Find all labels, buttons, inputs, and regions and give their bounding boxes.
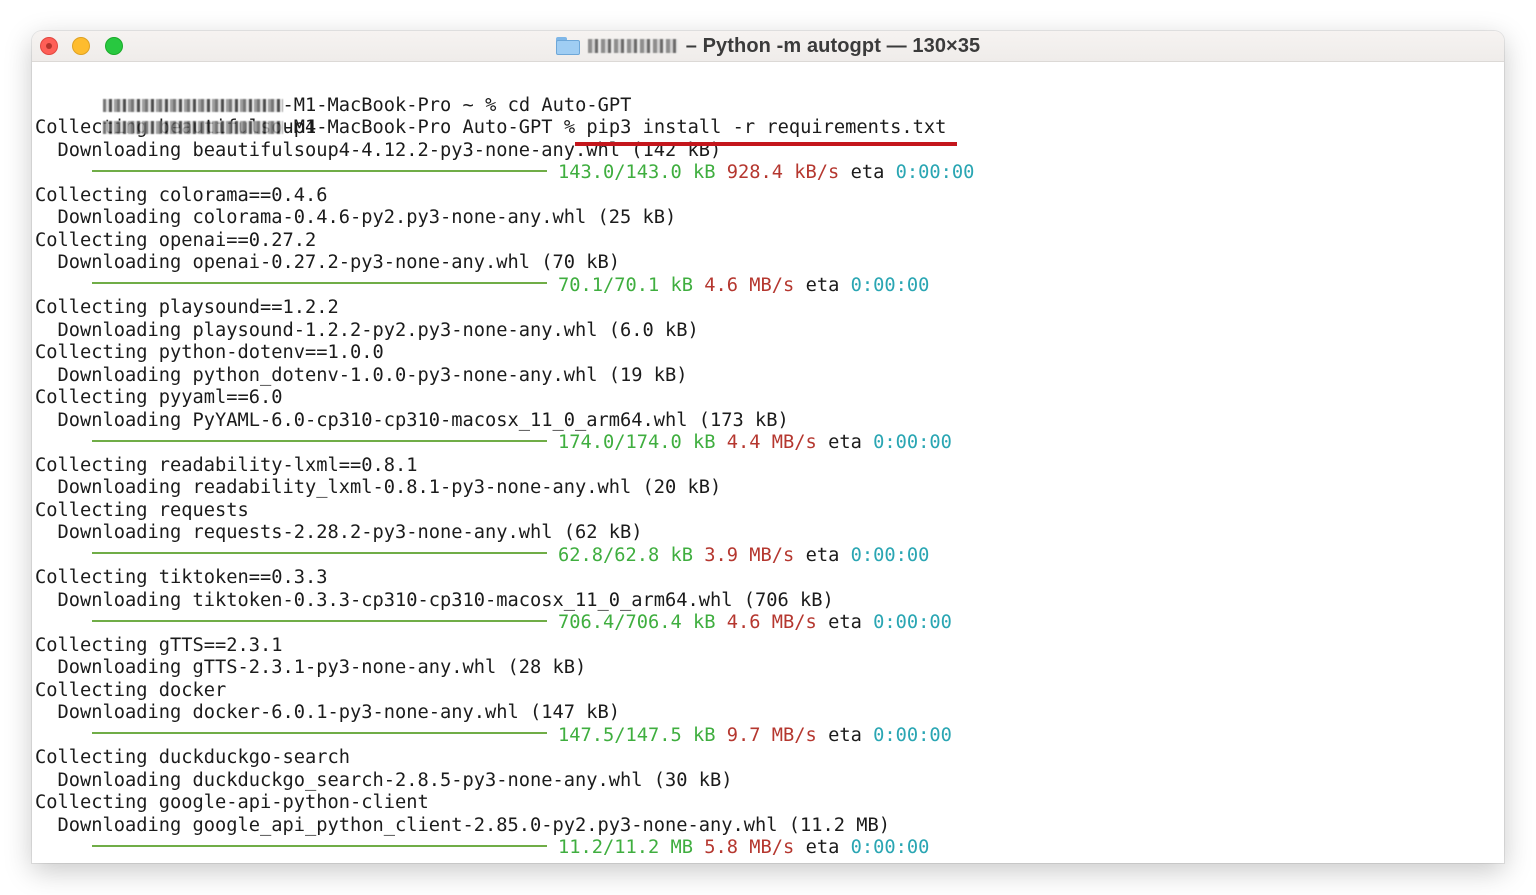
download-size: 11.2/11.2 MB <box>558 837 694 858</box>
progress-bar <box>92 282 547 284</box>
download-line: Downloading readability_lxml-0.8.1-py3-n… <box>35 477 722 498</box>
progress-bar <box>92 619 547 622</box>
progress-line: 143.0/143.0 kB 928.4 kB/s eta 0:00:00 <box>35 162 1504 185</box>
download-line: Downloading docker-6.0.1-py3-none-any.wh… <box>35 702 621 723</box>
collecting-line: Collecting readability-lxml==0.8.1 <box>35 454 418 476</box>
download-size: 143.0/143.0 kB <box>558 162 716 183</box>
download-line: Downloading python_dotenv-1.0.0-py3-none… <box>35 364 688 386</box>
download-line: Downloading PyYAML-6.0-cp310-cp310-macos… <box>35 409 789 431</box>
download-speed: 4.4 MB/s <box>726 432 817 453</box>
download-speed: 928.4 kB/s <box>726 162 840 183</box>
collecting-line: Collecting gTTS==2.3.1 <box>35 634 283 656</box>
eta-time: 0:00:00 <box>873 432 952 453</box>
prompt-symbol: % <box>563 117 576 138</box>
eta-label: eta <box>828 724 862 746</box>
download-line: Downloading playsound-1.2.2-py2.py3-none… <box>35 319 699 341</box>
collecting-line: Collecting python-dotenv==1.0.0 <box>35 342 384 363</box>
prompt-host-suffix: -M1-MacBook-Pro <box>282 94 452 116</box>
prompt-symbol: % <box>485 94 497 116</box>
highlighted-command: pip3 install -r requirements.txt <box>575 117 958 145</box>
eta-label: eta <box>805 544 840 566</box>
download-line: Downloading duckduckgo_search-2.8.5-py3-… <box>35 769 733 791</box>
collecting-line: Collecting tiktoken==0.3.3 <box>35 567 328 588</box>
terminal-output[interactable]: -M1-MacBook-Pro ~ % cd Auto-GPT -M1-MacB… <box>32 62 1504 863</box>
eta-time: 0:00:00 <box>873 612 952 633</box>
window-title-area: – Python -m autogpt — 130×35 <box>32 31 1504 61</box>
download-size: 147.5/147.5 kB <box>558 724 716 746</box>
download-speed: 3.9 MB/s <box>704 544 795 566</box>
download-speed: 4.6 MB/s <box>726 612 817 633</box>
progress-bar <box>92 844 547 847</box>
download-line: Downloading colorama-0.4.6-py2.py3-none-… <box>35 207 677 228</box>
prompt-cwd: ~ <box>462 94 474 116</box>
collecting-line: Collecting requests <box>35 499 249 521</box>
eta-label: eta <box>850 162 885 183</box>
download-line: Downloading gTTS-2.3.1-py3-none-any.whl … <box>35 657 587 678</box>
download-speed: 4.6 MB/s <box>704 274 795 296</box>
window-title: – Python -m autogpt — 130×35 <box>685 34 981 57</box>
eta-time: 0:00:00 <box>850 274 930 296</box>
eta-time: 0:00:00 <box>873 724 952 746</box>
prompt-cwd: Auto-GPT <box>462 117 553 138</box>
progress-bar <box>92 169 547 172</box>
collecting-line: Collecting google-api-python-client <box>35 792 429 813</box>
collecting-line: Collecting playsound==1.2.2 <box>35 297 339 318</box>
eta-time: 0:00:00 <box>895 162 975 183</box>
eta-time: 0:00:00 <box>850 837 930 858</box>
terminal-window: – Python -m autogpt — 130×35 -M1-MacBook… <box>32 31 1504 863</box>
eta-label: eta <box>828 612 862 633</box>
title-bar: – Python -m autogpt — 130×35 <box>32 31 1504 62</box>
eta-time: 0:00:00 <box>850 544 930 566</box>
download-speed: 5.8 MB/s <box>704 837 795 858</box>
redacted-user-host <box>102 98 283 112</box>
progress-line: 11.2/11.2 MB 5.8 MB/s eta 0:00:00 <box>35 837 1504 860</box>
prompt-command: cd Auto-GPT <box>507 94 632 116</box>
eta-label: eta <box>805 274 840 296</box>
collecting-line: Collecting pyyaml==6.0 <box>35 387 283 408</box>
collecting-line: Collecting colorama==0.4.6 <box>35 184 328 206</box>
download-size: 706.4/706.4 kB <box>558 612 716 633</box>
download-line: Downloading openai-0.27.2-py3-none-any.w… <box>35 252 621 273</box>
eta-label: eta <box>805 837 840 858</box>
progress-line: 62.8/62.8 kB 3.9 MB/s eta 0:00:00 <box>35 545 1504 568</box>
collecting-line: Collecting docker <box>35 679 227 701</box>
download-line: Downloading requests-2.28.2-py3-none-any… <box>35 522 643 543</box>
download-line: Downloading google_api_python_client-2.8… <box>35 814 891 836</box>
progress-line: 70.1/70.1 kB 4.6 MB/s eta 0:00:00 <box>35 275 1504 298</box>
progress-line: 706.4/706.4 kB 4.6 MB/s eta 0:00:00 <box>35 612 1504 635</box>
pip-output: Collecting beautifulsoup4 Downloading be… <box>35 117 1504 860</box>
download-size: 62.8/62.8 kB <box>558 544 694 566</box>
download-size: 174.0/174.0 kB <box>558 432 716 453</box>
progress-bar <box>92 552 547 554</box>
collecting-line: Collecting duckduckgo-search <box>35 747 351 768</box>
progress-bar <box>92 732 547 734</box>
redacted-user-host <box>102 121 283 134</box>
progress-line: 174.0/174.0 kB 4.4 MB/s eta 0:00:00 <box>35 432 1504 455</box>
progress-line: 147.5/147.5 kB 9.7 MB/s eta 0:00:00 <box>35 725 1504 748</box>
download-size: 70.1/70.1 kB <box>558 274 694 296</box>
redacted-username <box>587 39 678 53</box>
download-speed: 9.7 MB/s <box>726 724 817 746</box>
eta-label: eta <box>828 432 862 453</box>
prompt-line: -M1-MacBook-Pro ~ % cd Auto-GPT <box>35 72 1504 116</box>
folder-icon <box>555 37 580 55</box>
progress-bar <box>92 439 547 442</box>
collecting-line: Collecting openai==0.27.2 <box>35 229 317 251</box>
download-line: Downloading tiktoken-0.3.3-cp310-cp310-m… <box>35 589 834 611</box>
